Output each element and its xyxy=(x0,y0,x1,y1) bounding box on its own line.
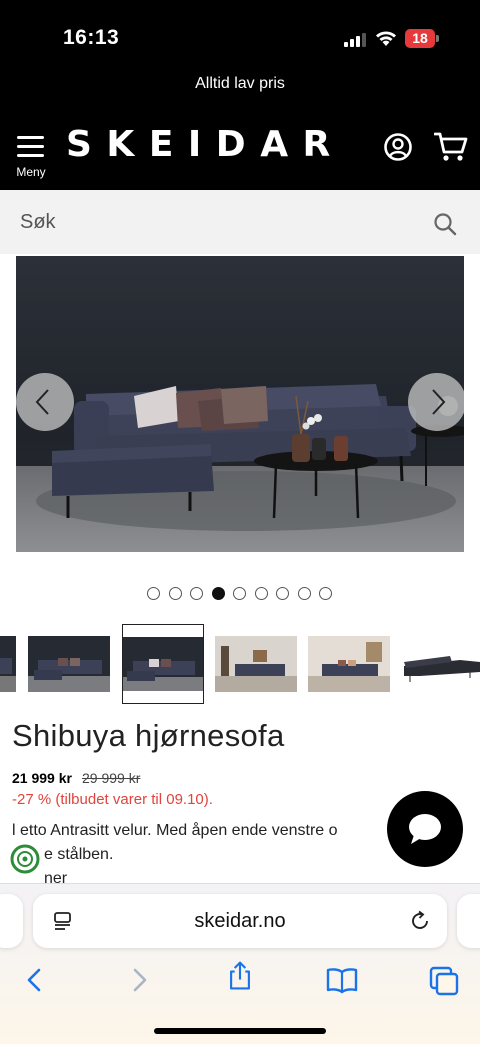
product-discount: -27 % (tilbudet varer til 09.10). xyxy=(12,791,213,808)
bookmarks-icon[interactable] xyxy=(324,964,360,996)
back-icon[interactable] xyxy=(18,964,54,996)
product-main-image[interactable] xyxy=(16,256,464,552)
hamburger-icon-bar xyxy=(17,145,44,148)
next-tab-peek[interactable] xyxy=(457,894,480,948)
thumbnail[interactable] xyxy=(215,636,297,692)
prev-tab-peek[interactable] xyxy=(0,894,23,948)
thumbnail[interactable] xyxy=(0,636,16,692)
product-description: l etto Antrasitt velur. Med åpen ende ve… xyxy=(12,819,412,891)
site-logo[interactable]: SKEIDAR xyxy=(66,124,345,165)
reload-icon[interactable] xyxy=(409,910,431,932)
status-time: 16:13 xyxy=(63,26,120,49)
description-line: e stålben. xyxy=(44,846,114,863)
thumbnail[interactable] xyxy=(28,636,110,692)
battery-indicator: 18 xyxy=(405,29,439,48)
battery-level: 18 xyxy=(405,29,435,48)
carousel-dot[interactable] xyxy=(276,587,289,600)
product-price: 21 999 kr xyxy=(12,770,72,786)
signal-icon xyxy=(344,33,366,47)
search-input[interactable] xyxy=(0,190,420,254)
thumbnail[interactable] xyxy=(400,636,480,692)
address-bar[interactable]: skeidar.no xyxy=(33,894,447,948)
cart-icon[interactable] xyxy=(434,131,468,163)
chat-button[interactable] xyxy=(387,791,463,867)
home-indicator xyxy=(154,1028,326,1034)
carousel-dot[interactable] xyxy=(190,587,203,600)
battery-nub xyxy=(436,35,439,42)
hamburger-icon xyxy=(17,136,44,139)
user-icon[interactable] xyxy=(383,132,413,162)
eco-badge-icon[interactable] xyxy=(9,843,41,875)
thumbnail-strip xyxy=(0,622,480,706)
page: 16:13 18 Alltid lav pris Meny SKEIDAR Sø… xyxy=(0,0,480,1044)
forward-icon xyxy=(133,968,147,992)
carousel-dot[interactable] xyxy=(297,587,311,600)
carousel-next-button[interactable] xyxy=(408,373,464,431)
thumbnail[interactable] xyxy=(308,636,390,692)
product-old-price: 29 999 kr xyxy=(82,770,141,786)
menu-button[interactable]: Meny xyxy=(12,134,50,180)
menu-label: Meny xyxy=(16,165,46,179)
hamburger-icon-bar xyxy=(17,154,44,157)
browser-toolbar: skeidar.no xyxy=(0,883,480,1044)
carousel-dots xyxy=(147,587,337,601)
share-icon[interactable] xyxy=(222,960,258,992)
status-bar: 16:13 18 xyxy=(0,0,480,70)
tab-overview-icon[interactable] xyxy=(426,964,462,996)
search-icon[interactable] xyxy=(433,212,457,236)
carousel-dot[interactable] xyxy=(319,587,332,600)
carousel-dot[interactable] xyxy=(168,587,182,600)
chevron-right-icon xyxy=(432,389,446,415)
carousel-dot[interactable] xyxy=(211,587,225,600)
carousel-dot[interactable] xyxy=(254,587,268,600)
chat-icon xyxy=(409,814,441,844)
chevron-left-icon xyxy=(35,389,49,415)
carousel-dot[interactable] xyxy=(147,587,160,600)
carousel-prev-button[interactable] xyxy=(16,373,74,431)
sofa-photo xyxy=(16,256,464,552)
carousel-dot[interactable] xyxy=(233,587,246,600)
wifi-icon xyxy=(376,31,396,46)
url-text: skeidar.no xyxy=(194,910,286,932)
site-header: Meny SKEIDAR xyxy=(0,98,480,190)
description-line: l etto Antrasitt velur. Med åpen ende ve… xyxy=(12,822,338,839)
product-title: Shibuya hjørnesofa xyxy=(12,718,285,753)
thumbnail-selected[interactable] xyxy=(122,624,204,704)
promo-banner[interactable]: Alltid lav pris xyxy=(0,70,480,98)
search-bar xyxy=(0,190,480,254)
